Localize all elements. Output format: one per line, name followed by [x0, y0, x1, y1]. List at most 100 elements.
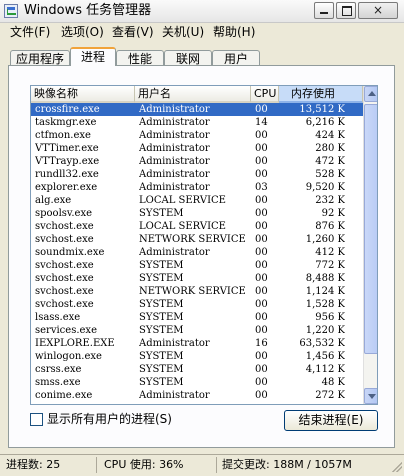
process-user: SYSTEM [139, 364, 184, 375]
process-memory: 772 K [315, 260, 345, 271]
process-name: svchost.exe [35, 221, 94, 232]
process-cpu: 00 [255, 351, 268, 362]
process-cpu: 00 [255, 312, 268, 323]
process-row[interactable]: svchost.exe SYSTEM 00 772 K [31, 259, 363, 272]
show-all-users-checkbox[interactable] [30, 413, 43, 426]
process-cpu: 00 [255, 364, 268, 375]
resize-grip-icon[interactable] [392, 462, 402, 472]
process-user: Administrator [139, 117, 210, 128]
process-row[interactable]: rundll32.exe Administrator 00 528 K [31, 168, 363, 181]
process-row[interactable]: explorer.exe Administrator 03 9,520 K [31, 181, 363, 194]
process-user: LOCAL SERVICE [139, 195, 226, 206]
column-header-cpu[interactable]: CPU [251, 86, 279, 103]
menu-file[interactable]: 文件(F) [10, 24, 50, 40]
process-memory: 48 K [321, 377, 345, 388]
menu-options[interactable]: 选项(O) [61, 24, 104, 40]
process-memory: 1,456 K [305, 351, 345, 362]
process-row[interactable]: VTTimer.exe Administrator 00 280 K [31, 142, 363, 155]
title-bar[interactable]: Windows 任务管理器 × [0, 0, 404, 23]
process-memory: 1,220 K [305, 325, 345, 336]
process-cpu: 00 [255, 169, 268, 180]
process-row[interactable]: alg.exe LOCAL SERVICE 00 232 K [31, 194, 363, 207]
process-cpu: 00 [255, 260, 268, 271]
process-name: conime.exe [35, 390, 93, 401]
process-cpu: 00 [255, 273, 268, 284]
process-user: LOCAL SERVICE [139, 221, 226, 232]
process-user: SYSTEM [139, 312, 184, 323]
process-row[interactable]: smss.exe SYSTEM 00 48 K [31, 376, 363, 389]
process-row[interactable]: soundmix.exe Administrator 00 412 K [31, 246, 363, 259]
process-row[interactable]: ctfmon.exe Administrator 00 424 K [31, 129, 363, 142]
process-row[interactable]: spoolsv.exe SYSTEM 00 92 K [31, 207, 363, 220]
process-row[interactable]: conime.exe Administrator 00 272 K [31, 389, 363, 402]
process-name: winlogon.exe [35, 351, 102, 362]
process-name: VTTrayp.exe [35, 156, 100, 167]
maximize-button[interactable] [336, 2, 356, 19]
process-row[interactable]: winlogon.exe SYSTEM 00 1,456 K [31, 350, 363, 363]
process-user: Administrator [139, 130, 210, 141]
process-name: crossfire.exe [35, 104, 100, 115]
minimize-button[interactable] [314, 2, 334, 19]
menu-shutdown[interactable]: 关机(U) [162, 24, 204, 40]
process-name: services.exe [35, 325, 97, 336]
process-cpu: 03 [255, 182, 268, 193]
process-user: Administrator [139, 390, 210, 401]
process-row[interactable]: svchost.exe NETWORK SERVICE 00 1,124 K [31, 285, 363, 298]
maximize-icon [342, 6, 352, 16]
process-row[interactable]: svchost.exe SYSTEM 00 1,528 K [31, 298, 363, 311]
process-user: SYSTEM [139, 351, 184, 362]
process-row[interactable]: svchost.exe NETWORK SERVICE 00 1,260 K [31, 233, 363, 246]
show-all-users-label[interactable]: 显示所有用户的进程(S) [47, 411, 172, 427]
process-user: Administrator [139, 104, 210, 115]
process-row[interactable]: taskmgr.exe Administrator 14 6,216 K [31, 116, 363, 129]
process-row[interactable]: VTTrayp.exe Administrator 00 472 K [31, 155, 363, 168]
vertical-scrollbar[interactable] [363, 86, 377, 404]
process-user: SYSTEM [139, 273, 184, 284]
column-header-memory[interactable]: 内存使用 [279, 86, 363, 103]
process-name: svchost.exe [35, 299, 94, 310]
process-user: SYSTEM [139, 260, 184, 271]
column-header-user-name[interactable]: 用户名 [135, 86, 251, 103]
process-row[interactable]: csrss.exe SYSTEM 00 4,112 K [31, 363, 363, 376]
close-icon: × [372, 3, 384, 17]
end-process-button[interactable]: 结束进程(E) [284, 410, 378, 431]
process-cpu: 00 [255, 234, 268, 245]
tab-processes[interactable]: 进程 [70, 47, 116, 66]
scroll-down-button[interactable] [364, 388, 377, 404]
process-name: svchost.exe [35, 260, 94, 271]
process-row[interactable]: services.exe SYSTEM 00 1,220 K [31, 324, 363, 337]
process-row[interactable]: crossfire.exe Administrator 00 13,512 K [31, 103, 363, 116]
process-cpu: 00 [255, 208, 268, 219]
status-divider [96, 457, 97, 473]
scroll-up-button[interactable] [364, 86, 377, 102]
process-row[interactable]: IEXPLORE.EXE Administrator 16 63,532 K [31, 337, 363, 350]
column-header-image-name[interactable]: 映像名称 [31, 86, 135, 103]
process-memory: 63,532 K [299, 338, 345, 349]
process-user: NETWORK SERVICE [139, 286, 246, 297]
close-button[interactable]: × [358, 2, 398, 19]
process-name: alg.exe [35, 195, 72, 206]
process-name: VTTimer.exe [35, 143, 99, 154]
menu-view[interactable]: 查看(V) [112, 24, 154, 40]
process-row[interactable]: lsass.exe SYSTEM 00 956 K [31, 311, 363, 324]
process-memory: 424 K [315, 130, 345, 141]
process-row[interactable]: svchost.exe SYSTEM 00 8,488 K [31, 272, 363, 285]
process-memory: 1,528 K [305, 299, 345, 310]
scroll-thumb[interactable] [364, 104, 377, 354]
window-title: Windows 任务管理器 [24, 3, 152, 18]
process-memory: 13,512 K [299, 104, 345, 115]
process-memory: 1,124 K [305, 286, 345, 297]
process-memory: 6,216 K [305, 117, 345, 128]
process-memory: 876 K [315, 221, 345, 232]
menu-help[interactable]: 帮助(H) [213, 24, 255, 40]
process-cpu: 16 [255, 338, 268, 349]
process-user: SYSTEM [139, 377, 184, 388]
process-name: explorer.exe [35, 182, 98, 193]
process-name: svchost.exe [35, 286, 94, 297]
process-name: csrss.exe [35, 364, 82, 375]
process-user: Administrator [139, 247, 210, 258]
process-row[interactable]: svchost.exe LOCAL SERVICE 00 876 K [31, 220, 363, 233]
process-cpu: 00 [255, 143, 268, 154]
process-list[interactable]: 映像名称 用户名 CPU 内存使用 crossfire.exe Administr… [30, 85, 378, 405]
process-memory: 232 K [315, 195, 345, 206]
